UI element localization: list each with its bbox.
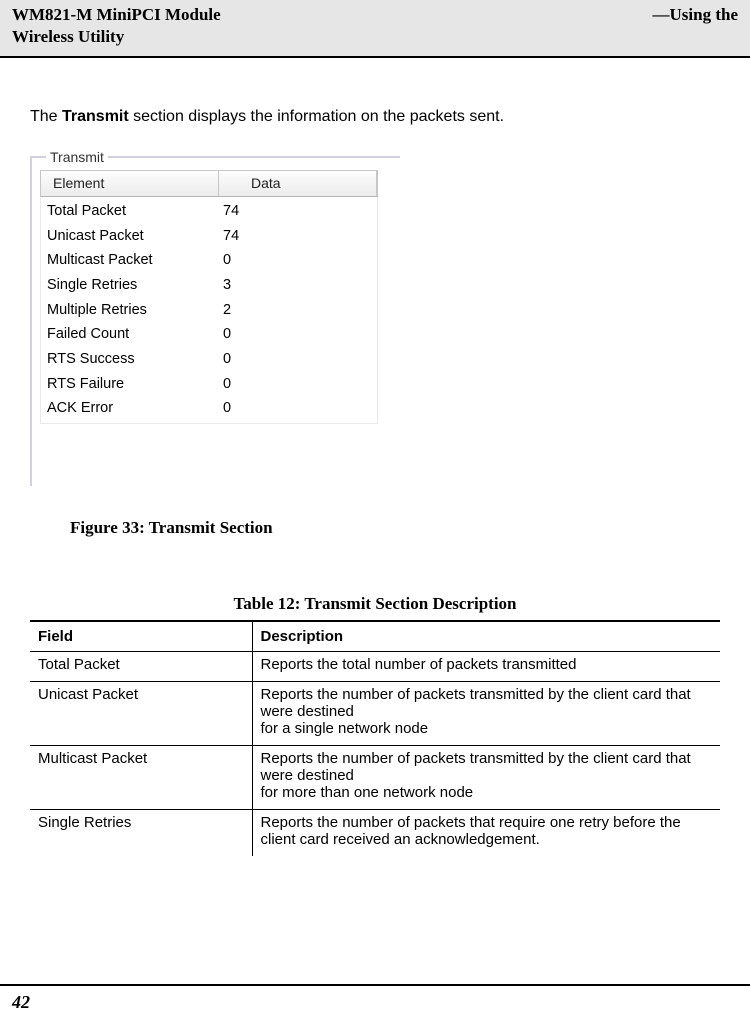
header-left-line2: Wireless Utility <box>12 27 124 46</box>
transmit-list-body: Total Packet74 Unicast Packet74 Multicas… <box>40 197 378 424</box>
table-title: Transmit Section Description <box>304 594 516 613</box>
list-item[interactable]: Multiple Retries2 <box>41 298 377 323</box>
data-cell: 74 <box>223 199 239 224</box>
list-item[interactable]: Unicast Packet74 <box>41 224 377 249</box>
header-left: WM821-M MiniPCI Module Wireless Utility <box>12 4 221 48</box>
description-table: Field Description Total Packet Reports t… <box>30 620 720 856</box>
desc-cell: Reports the total number of packets tran… <box>252 652 720 682</box>
figure-label: Figure 33: <box>70 518 149 537</box>
list-item[interactable]: RTS Success0 <box>41 347 377 372</box>
data-cell: 3 <box>223 273 231 298</box>
data-cell: 74 <box>223 224 239 249</box>
element-cell: Failed Count <box>47 322 223 347</box>
col-header-data[interactable]: Data <box>219 171 377 196</box>
table-row: Unicast Packet Reports the number of pac… <box>30 682 720 746</box>
list-item[interactable]: Failed Count0 <box>41 322 377 347</box>
content-area: The Transmit section displays the inform… <box>0 58 750 856</box>
data-cell: 0 <box>223 372 231 397</box>
table-row: Single Retries Reports the number of pac… <box>30 810 720 857</box>
table-label: Table 12: <box>233 594 304 613</box>
transmit-list-header: Element Data <box>40 170 378 197</box>
table-caption: Table 12: Transmit Section Description <box>30 594 720 614</box>
element-cell: ACK Error <box>47 396 223 421</box>
data-cell: 0 <box>223 396 231 421</box>
col-header-element[interactable]: Element <box>41 171 219 196</box>
field-cell: Total Packet <box>30 652 252 682</box>
figure-caption: Figure 33: Transmit Section <box>70 518 720 538</box>
page-footer: 42 <box>0 984 750 1013</box>
element-cell: RTS Failure <box>47 372 223 397</box>
data-cell: 0 <box>223 248 231 273</box>
element-cell: Multiple Retries <box>47 298 223 323</box>
page-number: 42 <box>12 992 30 1012</box>
transmit-list: Element Data Total Packet74 Unicast Pack… <box>40 170 378 424</box>
header-left-line1: WM821-M MiniPCI Module <box>12 5 221 24</box>
intro-prefix: The <box>30 108 62 125</box>
intro-suffix: section displays the information on the … <box>129 108 504 125</box>
intro-paragraph: The Transmit section displays the inform… <box>30 108 720 126</box>
table-header-row: Field Description <box>30 621 720 652</box>
desc-cell: Reports the number of packets transmitte… <box>252 746 720 810</box>
element-cell: Single Retries <box>47 273 223 298</box>
page-header: WM821-M MiniPCI Module Wireless Utility … <box>0 0 750 58</box>
header-right-line1: —Using the <box>653 5 738 24</box>
table-row: Total Packet Reports the total number of… <box>30 652 720 682</box>
field-cell: Unicast Packet <box>30 682 252 746</box>
data-cell: 0 <box>223 322 231 347</box>
data-cell: 0 <box>223 347 231 372</box>
list-item[interactable]: Total Packet74 <box>41 199 377 224</box>
field-cell: Multicast Packet <box>30 746 252 810</box>
element-cell: RTS Success <box>47 347 223 372</box>
desc-cell: Reports the number of packets that requi… <box>252 810 720 857</box>
col-header-description: Description <box>252 621 720 652</box>
desc-cell: Reports the number of packets transmitte… <box>252 682 720 746</box>
element-cell: Multicast Packet <box>47 248 223 273</box>
list-item[interactable]: ACK Error0 <box>41 396 377 421</box>
col-header-field: Field <box>30 621 252 652</box>
element-cell: Total Packet <box>47 199 223 224</box>
figure-title: Transmit Section <box>149 518 273 537</box>
list-item[interactable]: RTS Failure0 <box>41 372 377 397</box>
table-row: Multicast Packet Reports the number of p… <box>30 746 720 810</box>
header-right: —Using the <box>653 4 738 48</box>
field-cell: Single Retries <box>30 810 252 857</box>
data-cell: 2 <box>223 298 231 323</box>
transmit-legend: Transmit <box>46 149 108 165</box>
list-item[interactable]: Single Retries3 <box>41 273 377 298</box>
intro-bold: Transmit <box>62 108 129 125</box>
element-cell: Unicast Packet <box>47 224 223 249</box>
transmit-panel: Transmit Element Data Total Packet74 Uni… <box>30 156 400 486</box>
list-item[interactable]: Multicast Packet0 <box>41 248 377 273</box>
